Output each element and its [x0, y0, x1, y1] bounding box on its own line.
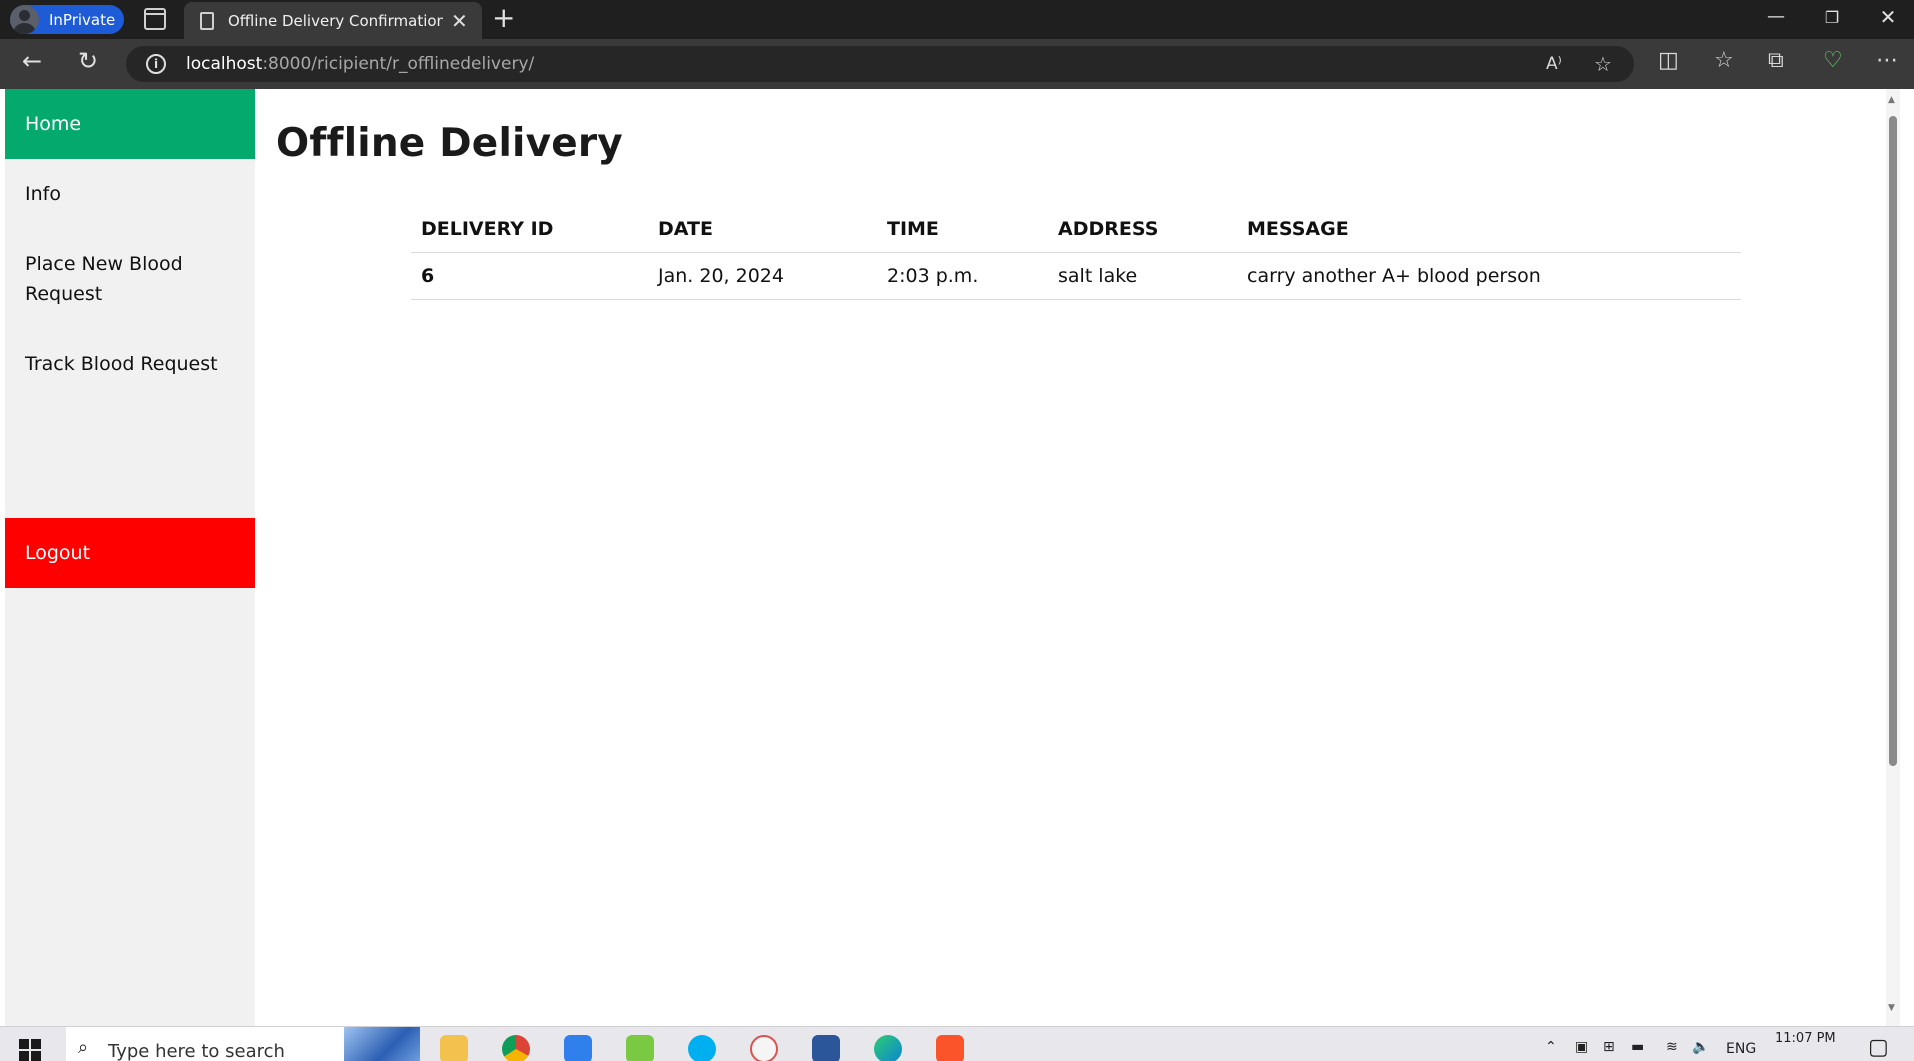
- sidebar: Home Info Place New Blood Request Track …: [5, 89, 255, 1026]
- close-tab-icon[interactable]: ✕: [451, 11, 468, 31]
- favorite-star-icon[interactable]: ☆: [1594, 52, 1612, 76]
- search-icon: ⌕: [78, 1037, 89, 1058]
- column-header-date: DATE: [648, 206, 877, 253]
- address-bar[interactable]: i localhost:8000/ricipient/r_offlinedeli…: [126, 46, 1634, 82]
- inprivate-profile-button[interactable]: InPrivate: [10, 5, 124, 34]
- windows-taskbar: ⌕ Type here to search ⌃ ▣ ⊞ ▬ ≋ 🔈 ENG 11…: [0, 1026, 1914, 1061]
- page-viewport: Home Info Place New Blood Request Track …: [5, 89, 1900, 1026]
- word-icon[interactable]: [812, 1035, 840, 1061]
- app-icon[interactable]: [750, 1035, 778, 1061]
- windows-start-icon[interactable]: [19, 1039, 41, 1061]
- sidebar-item-place-new-blood-request[interactable]: Place New Blood Request: [5, 229, 255, 329]
- scroll-up-icon[interactable]: ▲: [1888, 95, 1895, 105]
- edge-icon[interactable]: [874, 1035, 902, 1061]
- scroll-down-icon[interactable]: ▼: [1888, 1003, 1895, 1013]
- sidebar-item-info[interactable]: Info: [5, 159, 255, 229]
- tab-title: Offline Delivery Confirmation ~ F: [228, 11, 443, 30]
- meet-icon[interactable]: ▣: [1575, 1039, 1588, 1055]
- vscode-icon[interactable]: [564, 1035, 592, 1061]
- notepad-plus-icon[interactable]: [626, 1035, 654, 1061]
- table-header-row: DELIVERY ID DATE TIME ADDRESS MESSAGE: [411, 206, 1741, 253]
- browser-essentials-icon[interactable]: ♡: [1823, 50, 1843, 72]
- sidebar-item-track-blood-request[interactable]: Track Blood Request: [5, 329, 255, 399]
- sidebar-item-home[interactable]: Home: [5, 89, 255, 159]
- url-text[interactable]: localhost:8000/ricipient/r_offlinedelive…: [186, 54, 534, 74]
- profile-avatar-icon: [10, 5, 39, 34]
- active-tab[interactable]: Offline Delivery Confirmation ~ F ✕: [184, 2, 482, 39]
- table-row: 6 Jan. 20, 2024 2:03 p.m. salt lake carr…: [411, 252, 1741, 300]
- cell-message: carry another A+ blood person: [1237, 252, 1741, 300]
- refresh-icon[interactable]: ↻: [78, 49, 98, 73]
- back-icon[interactable]: ←: [22, 49, 42, 73]
- browser-titlebar: InPrivate Offline Delivery Confirmation …: [0, 0, 1914, 39]
- notifications-icon[interactable]: ▢: [1868, 1035, 1889, 1060]
- browser-toolbar: ← ↻ i localhost:8000/ricipient/r_offline…: [0, 39, 1914, 89]
- chrome-icon[interactable]: [502, 1035, 530, 1061]
- column-header-message: MESSAGE: [1237, 206, 1741, 253]
- network-icon[interactable]: ⊞: [1603, 1039, 1615, 1055]
- favorites-icon[interactable]: ☆: [1714, 50, 1734, 72]
- cell-delivery-id: 6: [411, 252, 648, 300]
- main-content: Offline Delivery DELIVERY ID DATE TIME A…: [255, 89, 1880, 1026]
- collections-icon[interactable]: ⧉: [1768, 50, 1784, 72]
- search-highlight-image: [344, 1027, 420, 1061]
- page-title: Offline Delivery: [276, 121, 623, 166]
- page-icon: [200, 11, 214, 30]
- site-info-icon[interactable]: i: [146, 54, 166, 74]
- column-header-address: ADDRESS: [1048, 206, 1237, 253]
- scrollbar-thumb[interactable]: [1889, 116, 1897, 766]
- logout-button[interactable]: Logout: [5, 518, 255, 588]
- file-explorer-icon[interactable]: [440, 1035, 468, 1061]
- close-window-icon[interactable]: ✕: [1868, 5, 1908, 29]
- url-path: :8000/ricipient/r_offlinedelivery/: [262, 54, 535, 74]
- skype-icon[interactable]: [688, 1035, 716, 1061]
- cell-time: 2:03 p.m.: [877, 252, 1048, 300]
- read-aloud-icon[interactable]: A⁾: [1546, 54, 1562, 74]
- minimize-icon[interactable]: —: [1756, 6, 1796, 27]
- delivery-table: DELIVERY ID DATE TIME ADDRESS MESSAGE 6 …: [411, 206, 1741, 300]
- more-menu-icon[interactable]: ⋯: [1876, 50, 1898, 72]
- tray-chevron-icon[interactable]: ⌃: [1545, 1039, 1557, 1055]
- volume-icon[interactable]: 🔈: [1692, 1039, 1709, 1055]
- language-indicator[interactable]: ENG: [1726, 1041, 1756, 1057]
- taskbar-clock[interactable]: 11:07 PM: [1775, 1031, 1836, 1046]
- vertical-scrollbar[interactable]: ▲ ▼: [1886, 89, 1900, 1026]
- split-screen-icon[interactable]: ◫: [1658, 50, 1679, 72]
- column-header-delivery-id: DELIVERY ID: [411, 206, 648, 253]
- url-host: localhost: [186, 54, 263, 74]
- restore-icon[interactable]: ❐: [1812, 8, 1852, 27]
- battery-icon[interactable]: ▬: [1631, 1039, 1644, 1055]
- wifi-icon[interactable]: ≋: [1666, 1039, 1678, 1055]
- cell-date: Jan. 20, 2024: [648, 252, 877, 300]
- search-placeholder: Type here to search: [108, 1041, 285, 1061]
- tab-actions-icon[interactable]: [144, 8, 166, 30]
- new-tab-icon[interactable]: +: [492, 4, 515, 32]
- column-header-time: TIME: [877, 206, 1048, 253]
- profile-label: InPrivate: [49, 10, 116, 29]
- brave-icon[interactable]: [936, 1035, 964, 1061]
- cell-address: salt lake: [1048, 252, 1237, 300]
